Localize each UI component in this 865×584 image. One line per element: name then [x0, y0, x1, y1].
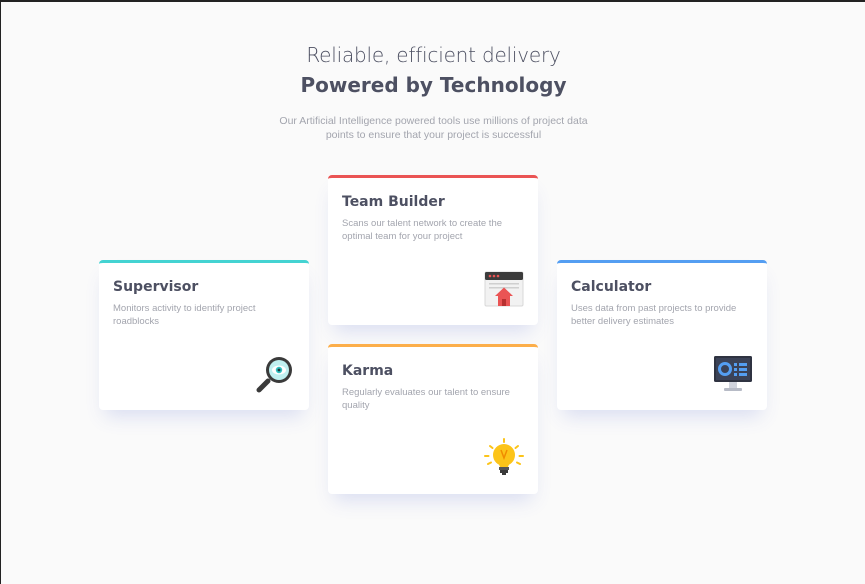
card-title-karma: Karma: [342, 363, 394, 379]
card-karma: Karma Regularly evaluates our talent to …: [328, 344, 538, 494]
monitor-dashboard-icon: [713, 354, 753, 394]
browser-window-home-icon: [484, 269, 524, 309]
magnifying-glass-eye-icon: [255, 354, 295, 394]
card-description-calculator: Uses data from past projects to provide …: [571, 303, 737, 327]
card-title-calculator: Calculator: [571, 279, 652, 295]
card-team-builder: Team Builder Scans our talent network to…: [328, 175, 538, 325]
card-description-team-builder: Scans our talent network to create the o…: [342, 218, 503, 242]
section-subtitle: Reliable, efficient delivery: [306, 43, 561, 67]
header-section: Reliable, efficient delivery Powered by …: [1, 42, 865, 142]
section-title: Powered by Technology: [300, 73, 567, 97]
section-intro: Our Artificial Intelligence powered tool…: [279, 115, 588, 141]
card-description-karma: Regularly evaluates our talent to ensure…: [342, 387, 510, 411]
card-title-supervisor: Supervisor: [113, 279, 199, 295]
card-supervisor: Supervisor Monitors activity to identify…: [99, 260, 309, 410]
card-title-team-builder: Team Builder: [342, 194, 445, 210]
lightbulb-icon: [484, 438, 524, 478]
card-calculator: Calculator Uses data from past projects …: [557, 260, 767, 410]
card-description-supervisor: Monitors activity to identify project ro…: [113, 303, 256, 327]
